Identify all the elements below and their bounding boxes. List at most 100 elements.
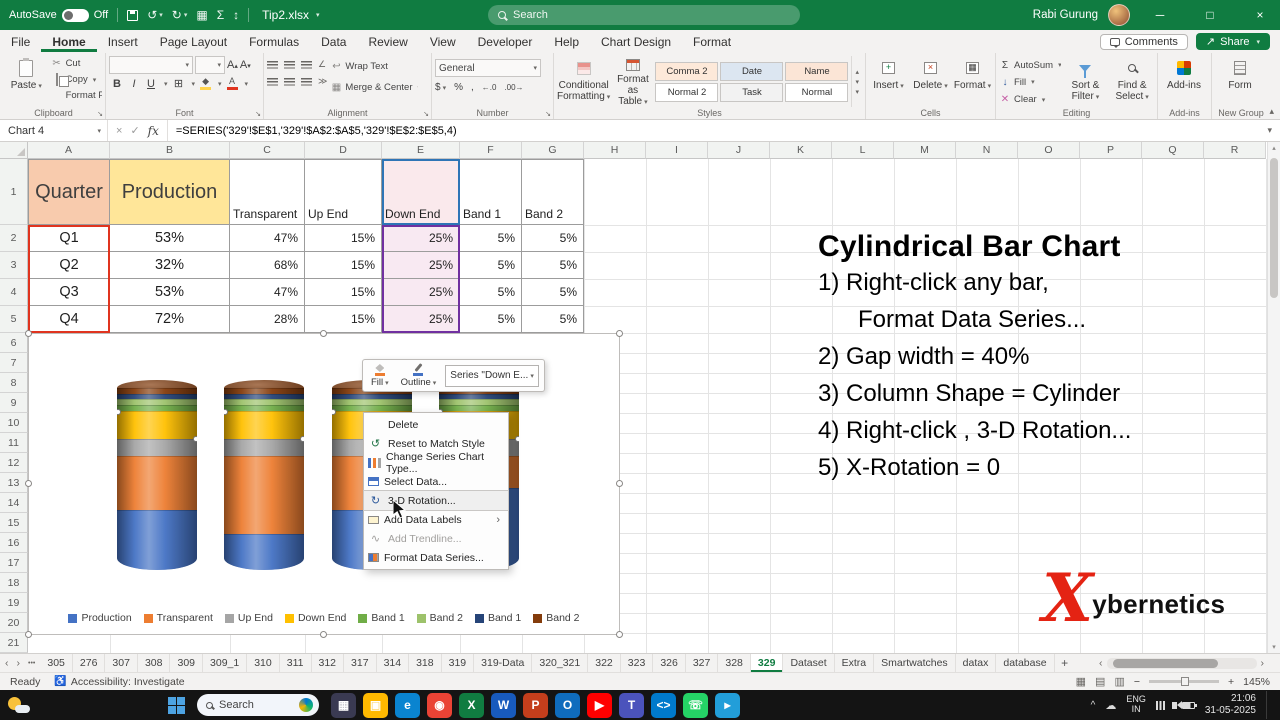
qat-sort-icon[interactable]: ↕	[233, 8, 239, 22]
row-header[interactable]: 6	[0, 333, 28, 353]
ribbon-tab[interactable]: Formulas	[238, 32, 310, 52]
bar-segment-band-1[interactable]	[117, 393, 197, 400]
taskbar-search[interactable]: Search	[197, 694, 319, 716]
onedrive-icon[interactable]: ☁	[1105, 699, 1116, 712]
context-menu-item[interactable]: Change Series Chart Type...	[364, 451, 508, 475]
select-all-corner[interactable]	[0, 142, 28, 159]
sheet-tab[interactable]: 314	[377, 654, 410, 672]
styles-gallery-up[interactable]: ▴	[855, 68, 859, 76]
ribbon-tab[interactable]: Format	[682, 32, 742, 52]
zoom-level[interactable]: 145%	[1243, 676, 1270, 688]
share-button[interactable]: ↗ Share ▾	[1195, 33, 1270, 50]
row-header[interactable]: 13	[0, 473, 28, 493]
qat-table-icon[interactable]: ▦	[196, 8, 207, 22]
cell-style-chip[interactable]: Normal	[785, 82, 849, 102]
ribbon-tab[interactable]: Data	[310, 32, 357, 52]
fill-color-button[interactable]: ◆	[200, 77, 212, 90]
font-color-button[interactable]: A	[226, 77, 238, 90]
sheet-list-ellipsis[interactable]: •••	[28, 660, 35, 667]
font-size-combo[interactable]: ▾	[195, 56, 225, 74]
legend-item[interactable]: Band 2	[533, 612, 580, 624]
row-header[interactable]: 1	[0, 159, 28, 225]
cell[interactable]: 53%	[110, 279, 230, 306]
ribbon-tab[interactable]: Help	[543, 32, 590, 52]
sheet-tab[interactable]: 310	[247, 654, 280, 672]
column-header[interactable]: Q	[1142, 142, 1204, 159]
styles-gallery-down[interactable]: ▾	[855, 78, 859, 86]
accessibility-status[interactable]: ♿ Accessibility: Investigate	[54, 676, 184, 688]
column-header[interactable]: C	[230, 142, 305, 159]
undo-button[interactable]: ↺ ▾	[147, 8, 163, 22]
number-format-combo[interactable]: General ▾	[435, 59, 541, 77]
scroll-up-icon[interactable]: ▴	[1268, 144, 1280, 152]
align-top-icon[interactable]	[267, 60, 278, 69]
sheet-tab[interactable]: 309_1	[203, 654, 248, 672]
cell[interactable]: 15%	[305, 252, 382, 279]
bar-segment-band-2[interactable]	[117, 388, 197, 394]
horizontal-scroll-thumb[interactable]	[1112, 658, 1218, 668]
chart-handle[interactable]	[616, 480, 623, 487]
styles-gallery-more[interactable]: ▾	[855, 88, 859, 96]
restore-button[interactable]: □	[1190, 0, 1230, 30]
ribbon-tab[interactable]: Home	[41, 32, 96, 52]
sheet-tab[interactable]: 318	[409, 654, 442, 672]
taskbar-app-icon[interactable]: ◉	[427, 692, 452, 718]
legend-item[interactable]: Band 1	[474, 612, 521, 624]
bar-segment-band-2[interactable]	[332, 399, 412, 406]
bar-segment-band-2[interactable]	[224, 399, 304, 406]
taskbar-app-icon[interactable]: ▶	[587, 692, 612, 718]
language-indicator[interactable]: ENG IN	[1126, 694, 1146, 715]
align-middle-icon[interactable]	[284, 60, 295, 69]
fill-button[interactable]: ↓ Fill ▾	[999, 75, 1061, 89]
decrease-font-icon[interactable]: A▾	[240, 59, 251, 71]
bar-segment-up-end[interactable]	[224, 439, 304, 457]
expand-formula-bar-icon[interactable]: ▾	[1267, 125, 1272, 136]
align-left-icon[interactable]	[267, 77, 278, 86]
weather-icon[interactable]	[8, 695, 30, 715]
sheet-tab[interactable]: Extra	[835, 654, 875, 672]
column-header[interactable]: O	[1018, 142, 1080, 159]
column-header[interactable]: B	[110, 142, 230, 159]
chart-handle[interactable]	[616, 631, 623, 638]
autosum-button[interactable]: Σ AutoSum ▾	[999, 58, 1061, 72]
cell[interactable]: 5%	[522, 252, 584, 279]
cell-style-chip[interactable]: Name	[785, 61, 849, 81]
column-header[interactable]: P	[1080, 142, 1142, 159]
increase-decimal-button[interactable]: ←.0	[482, 83, 497, 92]
cell[interactable]: 15%	[305, 279, 382, 306]
zoom-in-icon[interactable]: +	[1228, 676, 1234, 688]
series-selector-combo[interactable]: Series "Down E... ▾	[445, 364, 539, 387]
sheet-tab[interactable]: 322	[588, 654, 621, 672]
sheet-tab[interactable]: 309	[170, 654, 204, 672]
comments-button[interactable]: Comments	[1099, 33, 1188, 50]
vertical-scrollbar[interactable]: ▴ ▾	[1267, 142, 1280, 653]
taskbar-clock[interactable]: 21:06 31-05-2025	[1205, 693, 1256, 717]
cylinder-bar-Q2[interactable]	[224, 380, 304, 570]
alignment-dialog-launcher[interactable]: ↘	[423, 110, 429, 118]
cell[interactable]: 47%	[230, 279, 305, 306]
cell[interactable]: 15%	[305, 225, 382, 252]
column-header[interactable]: G	[522, 142, 584, 159]
bar-segment-transparent[interactable]	[117, 456, 197, 510]
borders-button[interactable]: ⊞	[173, 77, 185, 90]
row-header[interactable]: 4	[0, 279, 28, 306]
cell[interactable]: 28%	[230, 306, 305, 333]
sheet-tab[interactable]: datax	[956, 654, 997, 672]
align-center-icon[interactable]	[284, 77, 295, 86]
sheet-tab[interactable]: 320_321	[532, 654, 589, 672]
number-dialog-launcher[interactable]: ↘	[545, 110, 551, 118]
chart-handle[interactable]	[320, 330, 327, 337]
cut-button[interactable]: ✂ Cut	[51, 56, 102, 71]
row-header[interactable]: 10	[0, 413, 28, 433]
taskbar-app-icon[interactable]: O	[555, 692, 580, 718]
column-header[interactable]: I	[646, 142, 708, 159]
new-sheet-button[interactable]: +	[1055, 654, 1075, 672]
chart-handle[interactable]	[25, 330, 32, 337]
cell[interactable]: Q4	[28, 306, 110, 333]
row-header[interactable]: 17	[0, 553, 28, 573]
outline-mini-button[interactable]: Outline ▾	[398, 362, 440, 389]
taskbar-app-icon[interactable]: P	[523, 692, 548, 718]
cell[interactable]: 5%	[522, 306, 584, 333]
row-header[interactable]: 15	[0, 513, 28, 533]
cell[interactable]: 53%	[110, 225, 230, 252]
